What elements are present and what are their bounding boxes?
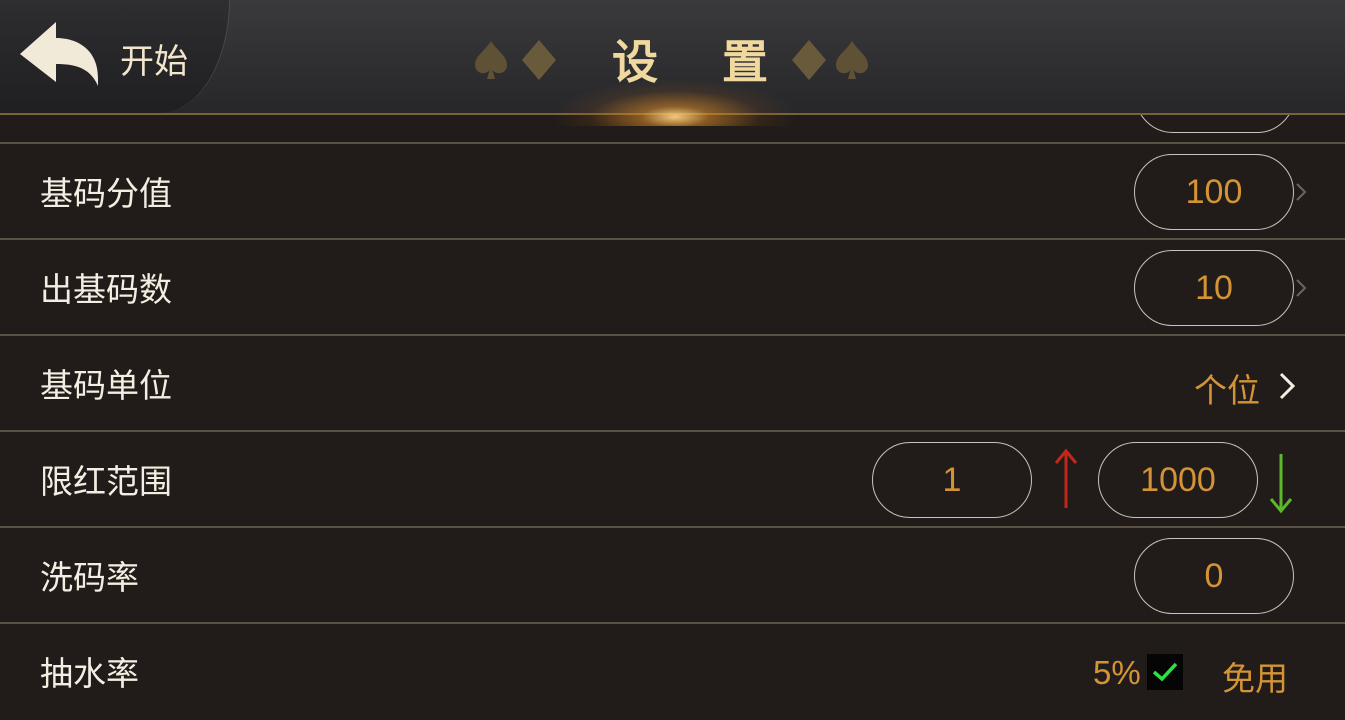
- arrow-down-icon[interactable]: [1266, 452, 1296, 514]
- commission-checkbox[interactable]: [1147, 654, 1183, 690]
- setting-row-base-chip-value: 基码分值 100: [0, 142, 1345, 238]
- limit-min-field[interactable]: 1: [872, 442, 1032, 518]
- page-title: 设 置: [612, 35, 793, 89]
- limit-max-field[interactable]: 1000: [1098, 442, 1258, 518]
- commission-rate-value: 5%: [1093, 654, 1141, 691]
- diamond-icon: [792, 40, 826, 80]
- setting-row-base-chip-unit[interactable]: 基码单位 个位: [0, 334, 1345, 430]
- chevron-right-icon[interactable]: [1294, 277, 1308, 299]
- setting-row-wash-rate: 洗码率 0: [0, 526, 1345, 622]
- setting-label: 限红范围: [40, 462, 172, 501]
- base-chip-value-field[interactable]: 100: [1134, 154, 1294, 230]
- setting-label: 洗码率: [40, 558, 139, 597]
- base-chip-unit-value: 个位: [1194, 371, 1260, 410]
- setting-label: 抽水率: [40, 654, 139, 693]
- setting-label: 出基码数: [40, 270, 172, 309]
- top-bar: 开始 设 置: [0, 0, 1345, 126]
- setting-label: 基码单位: [40, 366, 172, 405]
- exempt-option-button[interactable]: 免用: [1222, 652, 1288, 700]
- spade-icon: [475, 41, 507, 79]
- setting-row-base-chip-count: 出基码数 10: [0, 238, 1345, 334]
- arrow-up-icon[interactable]: [1051, 448, 1081, 510]
- chevron-right-icon: [1279, 372, 1296, 400]
- setting-row-limit-range: 限红范围 1 1000: [0, 430, 1345, 526]
- back-button[interactable]: 开始: [14, 18, 204, 90]
- checkmark-icon: [1152, 662, 1178, 682]
- diamond-icon: [522, 40, 556, 80]
- spade-icon: [836, 41, 868, 79]
- setting-row-commission-rate: 抽水率 5% 免用: [0, 622, 1345, 718]
- chevron-right-icon[interactable]: [1294, 181, 1308, 203]
- back-arrow-icon: [20, 22, 98, 86]
- back-panel: 开始: [0, 0, 230, 113]
- back-label: 开始: [120, 42, 188, 82]
- base-chip-count-field[interactable]: 10: [1134, 250, 1294, 326]
- wash-rate-field[interactable]: 0: [1134, 538, 1294, 614]
- setting-label: 基码分值: [40, 174, 172, 213]
